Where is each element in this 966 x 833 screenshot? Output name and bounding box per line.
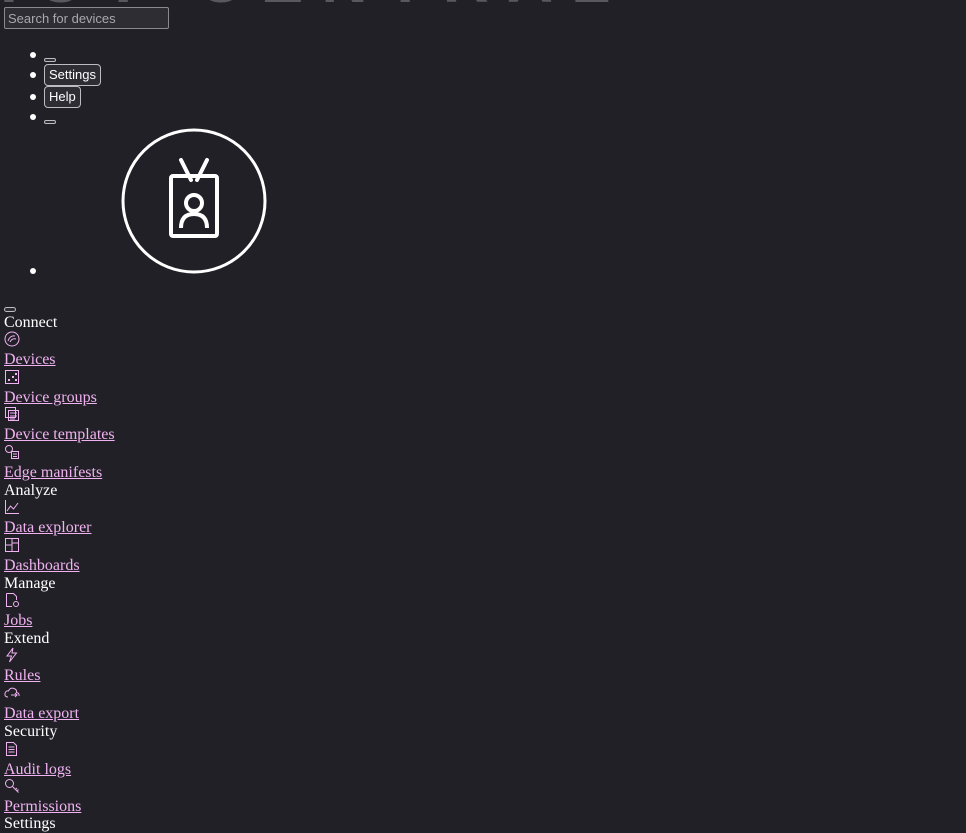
key-icon	[5, 779, 19, 793]
settings-button[interactable]: Settings	[44, 64, 101, 86]
nav-section-settings: Settings	[4, 815, 56, 832]
nav-link-rules[interactable]: Rules	[4, 667, 40, 685]
list-bullet	[30, 268, 36, 274]
audit-logs-icon	[6, 742, 17, 756]
edge-manifests-icon	[5, 445, 19, 459]
devices-icon	[4, 331, 20, 347]
list-bullet	[30, 114, 36, 120]
list-bullet	[30, 52, 36, 58]
feedback-button[interactable]	[44, 120, 56, 124]
user-badge-avatar-icon[interactable]	[121, 128, 267, 274]
nav-link-edge-manifests[interactable]: Edge manifests	[4, 464, 102, 482]
nav-link-jobs[interactable]: Jobs	[4, 612, 32, 630]
list-bullet	[30, 94, 36, 100]
nav-section-analyze: Analyze	[4, 482, 58, 499]
dashboards-icon	[5, 538, 19, 552]
collapse-nav-button[interactable]	[4, 307, 16, 312]
device-groups-icon	[5, 370, 19, 384]
nav-link-data-explorer[interactable]: Data explorer	[4, 519, 92, 537]
jobs-icon	[6, 593, 19, 607]
nav-link-audit-logs[interactable]: Audit logs	[4, 761, 71, 779]
nav-link-dashboards[interactable]: Dashboards	[4, 557, 80, 575]
nav-link-data-export[interactable]: Data export	[4, 705, 79, 723]
nav-section-extend: Extend	[4, 630, 50, 647]
rules-icon	[6, 647, 18, 663]
list-bullet	[30, 72, 36, 78]
nav-section-manage: Manage	[4, 575, 56, 592]
nav-section-connect: Connect	[4, 314, 58, 331]
search-input[interactable]	[4, 7, 169, 29]
notifications-button[interactable]	[44, 58, 56, 62]
device-templates-icon	[5, 407, 19, 421]
data-export-icon	[4, 687, 20, 698]
nav-link-device-groups[interactable]: Device groups	[4, 389, 97, 407]
nav-link-permissions[interactable]: Permissions	[4, 798, 81, 816]
nav-link-devices[interactable]: Devices	[4, 351, 56, 369]
nav-section-security: Security	[4, 723, 58, 740]
nav-link-device-templates[interactable]: Device templates	[4, 426, 115, 444]
data-explorer-icon	[5, 500, 19, 514]
help-button[interactable]: Help	[44, 86, 81, 108]
